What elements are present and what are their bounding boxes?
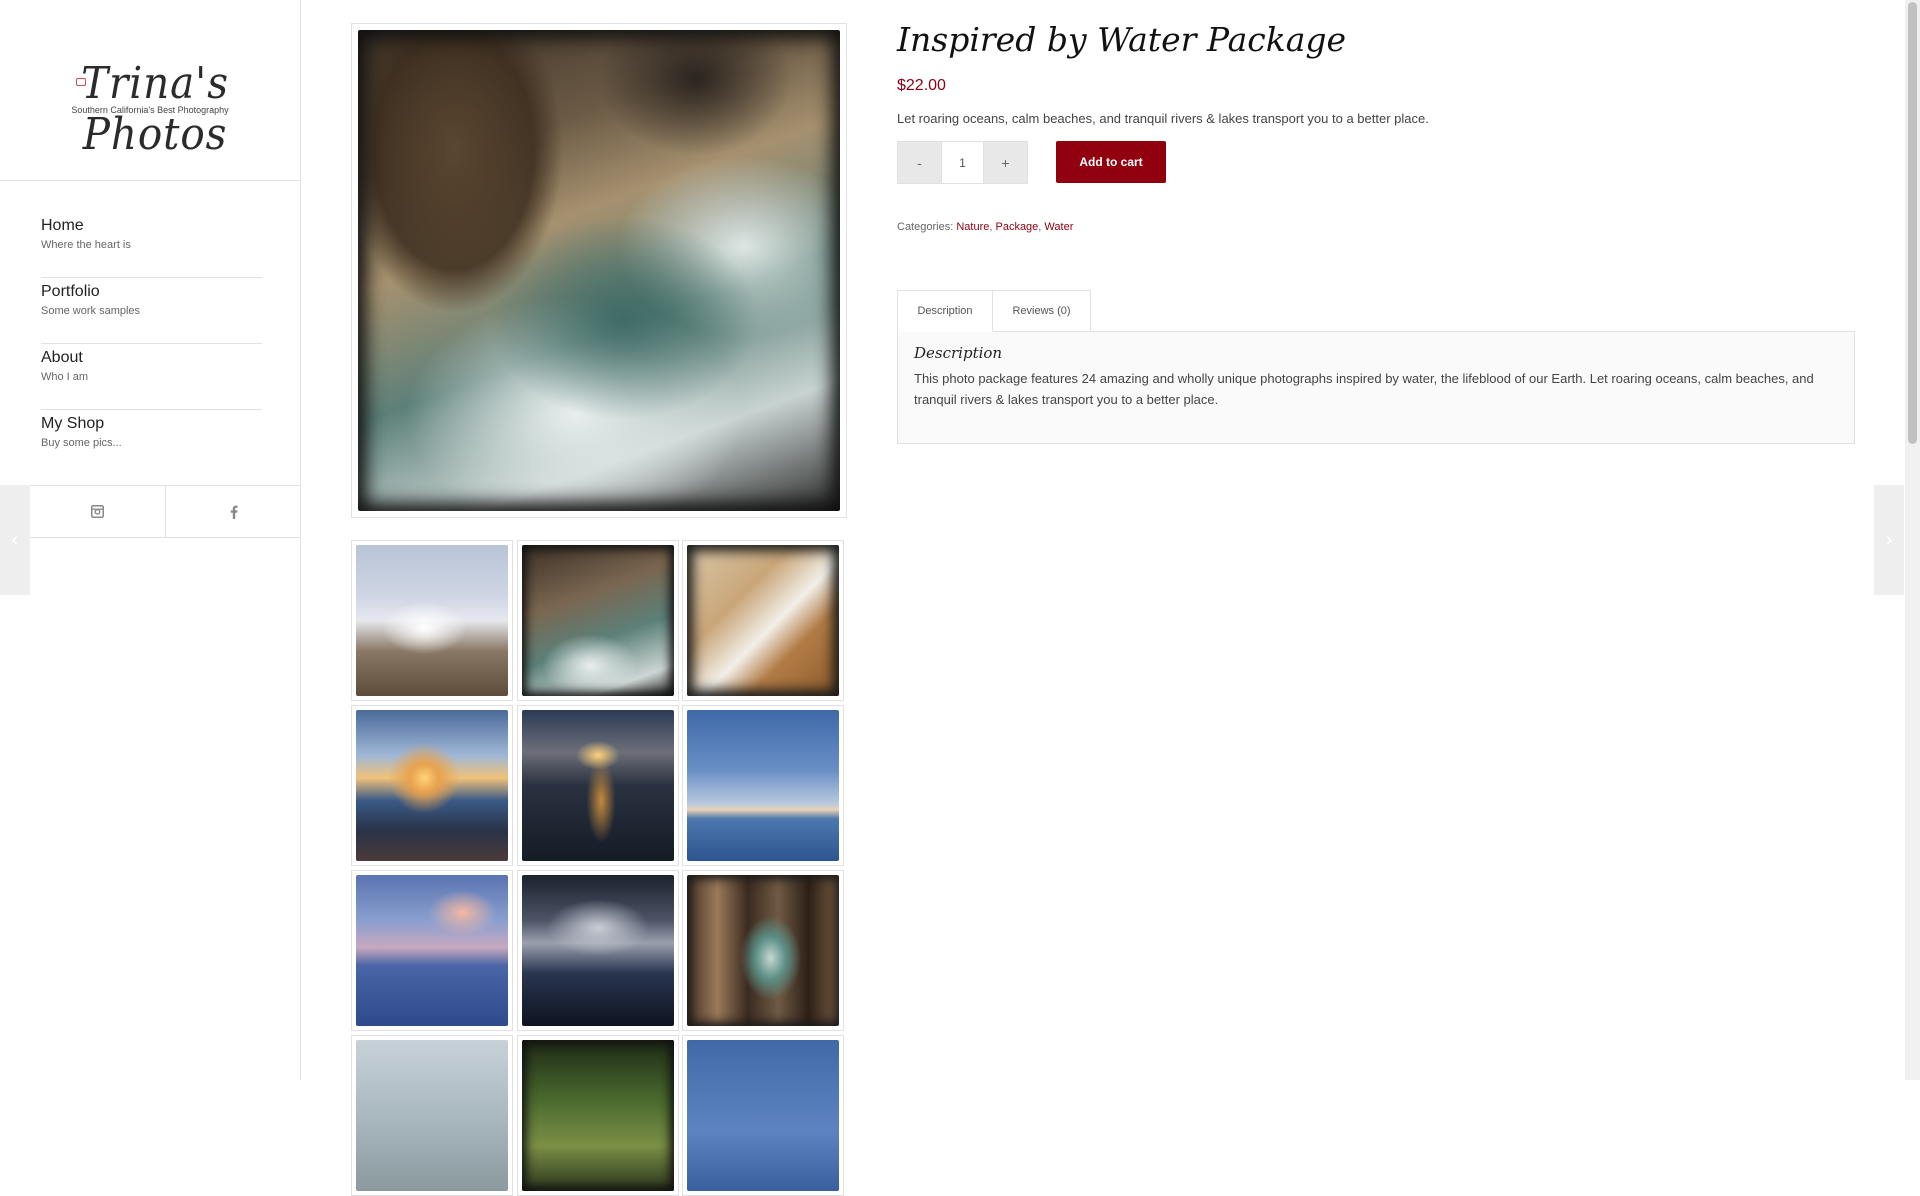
quantity-decrease-button[interactable]: - — [898, 142, 941, 183]
product-tabs: Description Reviews (0) Description This… — [897, 290, 1855, 444]
nav-item-my-shop[interactable]: My Shop Buy some pics... — [41, 410, 262, 476]
thumbnail-5[interactable] — [517, 705, 679, 866]
nav-title: Portfolio — [41, 283, 100, 300]
social-links — [30, 485, 301, 538]
nav-title: My Shop — [41, 415, 105, 432]
stormy-sky-photo — [522, 875, 674, 1026]
quantity-input[interactable] — [941, 142, 984, 183]
nav-subtitle: Buy some pics... — [41, 437, 122, 449]
add-to-cart-button[interactable]: Add to cart — [1056, 141, 1166, 183]
facebook-button[interactable] — [165, 486, 301, 537]
product-categories: Categories: Nature, Package, Water — [897, 221, 1074, 233]
description-text: This photo package features 24 amazing a… — [914, 371, 1814, 407]
nav-item-portfolio[interactable]: Portfolio Some work samples — [41, 278, 262, 344]
nav-item-home[interactable]: Home Where the heart is — [41, 212, 262, 278]
nav-item-about[interactable]: About Who I am — [41, 344, 262, 410]
prev-product-arrow[interactable]: ‹ — [0, 485, 30, 595]
description-heading: Description — [914, 344, 1003, 362]
category-link-nature[interactable]: Nature — [956, 221, 989, 233]
rocky-surf-photo — [356, 545, 508, 696]
page-scrollbar[interactable] — [1905, 0, 1920, 1080]
sunset-cliffs-photo — [356, 710, 508, 861]
sandy-shore-photo — [687, 545, 839, 696]
category-link-package[interactable]: Package — [995, 221, 1038, 233]
categories-label: Categories: — [897, 221, 954, 233]
tab-description[interactable]: Description — [897, 290, 993, 332]
quantity-increase-button[interactable]: + — [984, 142, 1027, 183]
sunset-reflection-photo — [522, 710, 674, 861]
quantity-stepper: - + — [897, 141, 1028, 184]
thumbnail-2[interactable] — [517, 540, 679, 701]
nav-title: Home — [41, 217, 84, 234]
thumbnail-10[interactable] — [351, 1035, 513, 1196]
nav-title: About — [41, 349, 83, 366]
tab-reviews[interactable]: Reviews (0) — [992, 290, 1091, 332]
category-link-water[interactable]: Water — [1044, 221, 1073, 233]
thumbnail-9[interactable] — [682, 870, 844, 1031]
thumbnail-8[interactable] — [517, 870, 679, 1031]
thumbnail-1[interactable] — [351, 540, 513, 701]
thumbnail-7[interactable] — [351, 870, 513, 1031]
product-price: $22.00 — [897, 77, 946, 94]
thumbnail-11[interactable] — [517, 1035, 679, 1196]
instagram-icon — [91, 505, 104, 518]
product-title: Inspired by Water Package — [897, 20, 1347, 59]
product-short-description: Let roaring oceans, calm beaches, and tr… — [897, 111, 1429, 126]
blue-horizon-photo — [687, 710, 839, 861]
next-product-arrow[interactable]: › — [1874, 485, 1904, 595]
nav-subtitle: Some work samples — [41, 305, 141, 317]
blue-water-photo — [687, 1040, 839, 1191]
main-nav: Home Where the heart is Portfolio Some w… — [41, 212, 262, 476]
facebook-icon — [230, 505, 238, 519]
thumbnail-12[interactable] — [682, 1035, 844, 1196]
main-product-image[interactable] — [351, 23, 847, 518]
thumbnail-6[interactable] — [682, 705, 844, 866]
nav-subtitle: Where the heart is — [41, 239, 131, 251]
pale-coast-photo — [356, 1040, 508, 1191]
nav-subtitle: Who I am — [41, 371, 89, 383]
waterfall-cove-photo — [358, 30, 840, 511]
thumbnail-3[interactable] — [682, 540, 844, 701]
camera-icon — [76, 78, 86, 86]
instagram-button[interactable] — [30, 486, 165, 537]
under-pier-photo — [687, 875, 839, 1026]
description-panel: Description This photo package features … — [897, 331, 1855, 444]
forest-canopy-photo — [522, 1040, 674, 1191]
sidebar: Trina's Photos Southern California's Bes… — [0, 0, 301, 1080]
scrollbar-thumb[interactable] — [1908, 2, 1917, 444]
thumbnail-4[interactable] — [351, 705, 513, 866]
logo-tagline: Southern California's Best Photography — [71, 105, 229, 115]
waterfall-cove-thumb-photo — [522, 545, 674, 696]
site-logo[interactable]: Trina's Photos Southern California's Bes… — [0, 0, 300, 181]
dusk-shoreline-photo — [356, 875, 508, 1026]
